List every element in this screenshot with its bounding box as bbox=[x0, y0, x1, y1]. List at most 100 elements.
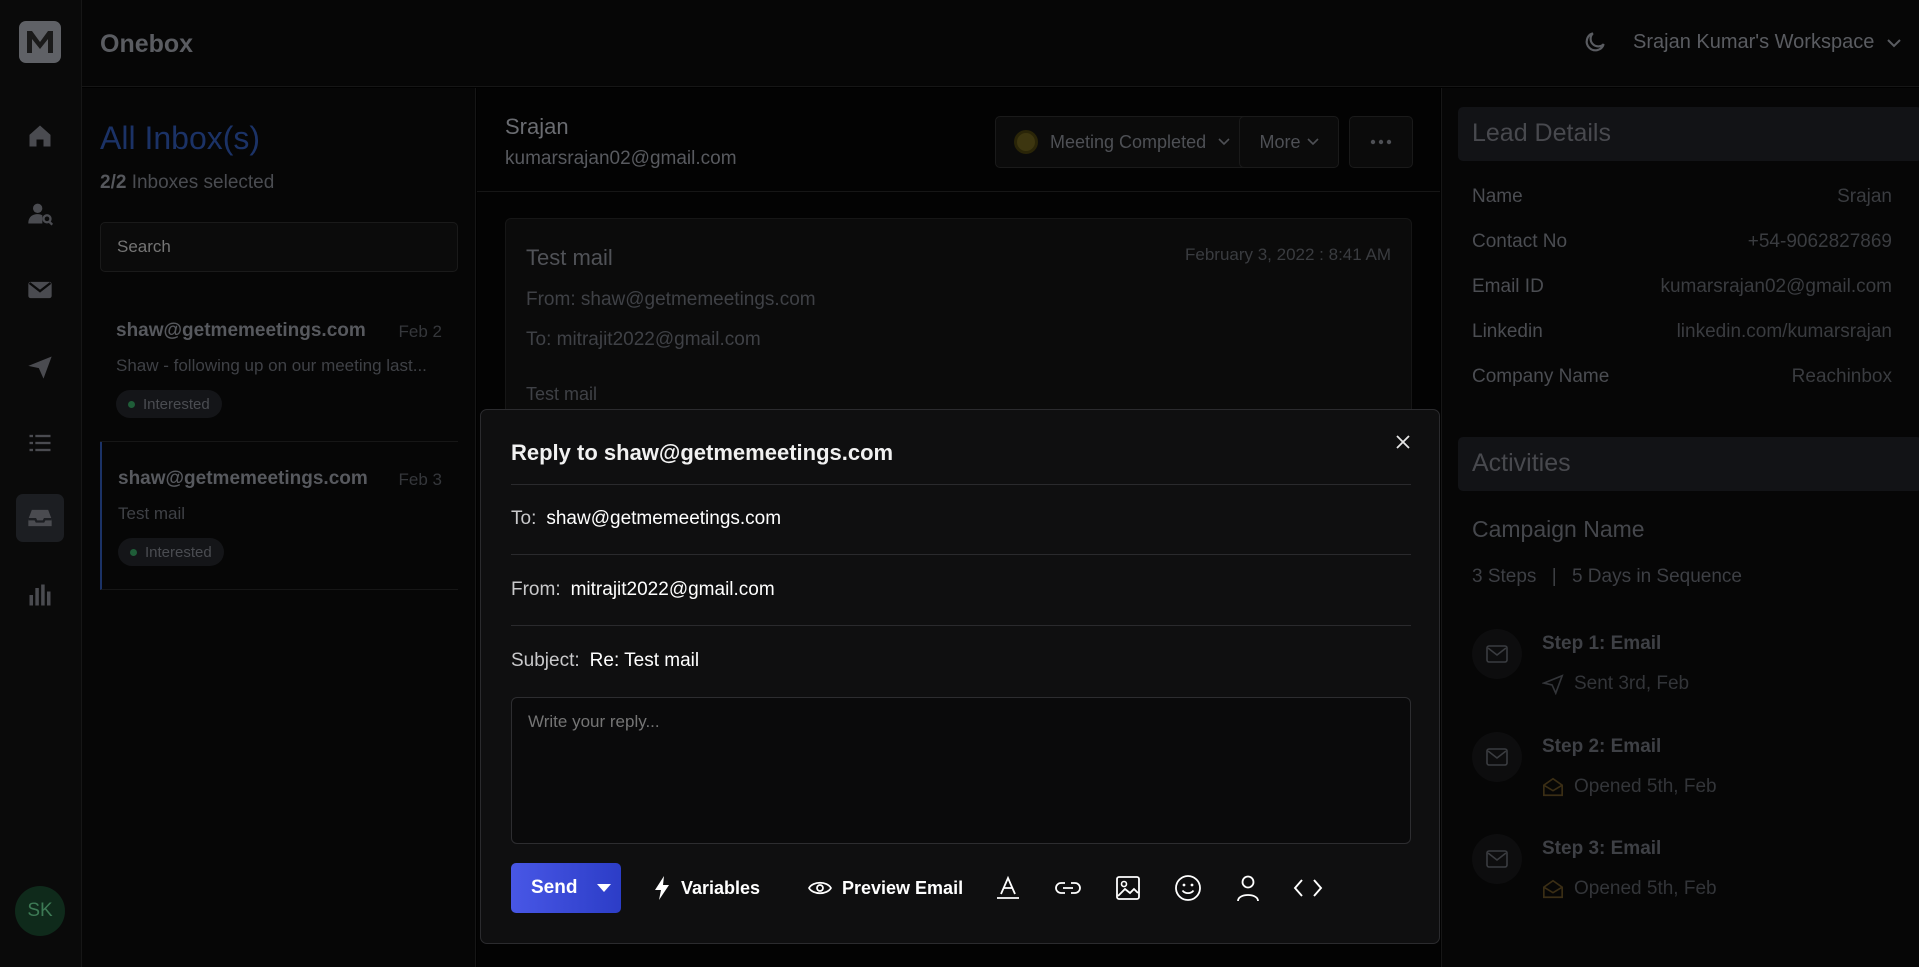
close-icon[interactable] bbox=[1389, 428, 1417, 456]
chevron-down-icon bbox=[1218, 138, 1230, 146]
thread-header: Srajan kumarsrajan02@gmail.com Meeting C… bbox=[477, 88, 1440, 192]
activity-step: Step 3: Email Opened 5th, Feb bbox=[1472, 834, 1892, 924]
from-field[interactable]: From: mitrajit2022@gmail.com bbox=[511, 579, 775, 601]
thread-snippet: Test mail bbox=[118, 504, 186, 523]
envelope-open-icon bbox=[1543, 777, 1563, 797]
variables-label: Variables bbox=[681, 877, 761, 898]
step-status: Opened 5th, Feb bbox=[1542, 776, 1717, 798]
more-options-button[interactable] bbox=[1349, 116, 1413, 168]
step-title: Step 3: Email bbox=[1542, 838, 1662, 859]
lead-details-header: Lead Details bbox=[1458, 107, 1919, 161]
inbox-count-label: Inboxes selected bbox=[131, 172, 275, 193]
status-badge: Interested bbox=[116, 390, 222, 418]
inbox-icon[interactable] bbox=[16, 494, 64, 542]
to-field[interactable]: To: shaw@getmemeetings.com bbox=[511, 508, 781, 530]
status-label: Meeting Completed bbox=[1050, 131, 1207, 152]
thread-sender: shaw@getmemeetings.com bbox=[116, 320, 366, 341]
divider bbox=[511, 625, 1411, 626]
lead-key: Email ID bbox=[1472, 276, 1544, 297]
lead-value[interactable]: linkedin.com/kumarsrajan bbox=[1677, 321, 1892, 343]
bar-chart-icon[interactable] bbox=[21, 576, 59, 614]
preview-label: Preview Email bbox=[842, 877, 964, 898]
inbox-count-value: 2/2 bbox=[100, 172, 127, 193]
to-value: shaw@getmemeetings.com bbox=[546, 508, 782, 529]
preview-email-button[interactable]: Preview Email bbox=[808, 863, 963, 913]
email-subject: Test mail bbox=[526, 245, 613, 270]
user-icon[interactable] bbox=[1233, 873, 1263, 903]
link-icon[interactable] bbox=[1053, 873, 1083, 903]
envelope-open-icon bbox=[1543, 879, 1563, 899]
mail-icon bbox=[1472, 834, 1522, 884]
send-button[interactable]: Send bbox=[511, 863, 621, 913]
contact-name: Srajan bbox=[505, 114, 569, 139]
lead-row-name: Name Srajan bbox=[1472, 186, 1892, 208]
image-icon[interactable] bbox=[1113, 873, 1143, 903]
text-format-icon[interactable] bbox=[993, 873, 1023, 903]
eye-icon bbox=[808, 881, 832, 895]
chevron-down-icon bbox=[1306, 138, 1319, 146]
lead-key: Company Name bbox=[1472, 366, 1610, 387]
emoji-icon[interactable] bbox=[1173, 873, 1203, 903]
step-status-label: Sent 3rd, Feb bbox=[1574, 673, 1690, 694]
reply-modal: Reply to shaw@getmemeetings.com To: shaw… bbox=[480, 409, 1440, 944]
campaign-name: Campaign Name bbox=[1472, 516, 1645, 542]
workspace-selector[interactable]: Srajan Kumar's Workspace bbox=[1633, 31, 1902, 54]
left-rail: SK bbox=[0, 0, 82, 967]
variables-button[interactable]: Variables bbox=[653, 863, 760, 913]
thread-snippet: Shaw - following up on our meeting last.… bbox=[116, 356, 427, 375]
to-label: To: bbox=[511, 508, 537, 529]
theme-toggle-moon-icon[interactable] bbox=[1582, 29, 1608, 55]
more-dropdown[interactable]: More bbox=[1239, 116, 1339, 168]
lightning-icon bbox=[655, 876, 669, 900]
thread-item[interactable]: shaw@getmemeetings.com Feb 2 Shaw - foll… bbox=[100, 294, 458, 442]
badge-label: Interested bbox=[145, 543, 212, 561]
ellipsis-icon bbox=[1370, 139, 1392, 145]
send-icon bbox=[1542, 674, 1564, 695]
lead-value: Srajan bbox=[1837, 186, 1892, 207]
lead-key: Contact No bbox=[1472, 231, 1568, 252]
lead-value: kumarsrajan02@gmail.com bbox=[1660, 276, 1892, 297]
more-label: More bbox=[1259, 131, 1301, 152]
activity-step: Step 2: Email Opened 5th, Feb bbox=[1472, 732, 1892, 822]
steps-count: 3 Steps bbox=[1472, 566, 1537, 587]
search-input[interactable] bbox=[100, 222, 458, 272]
subject-field[interactable]: Subject: Re: Test mail bbox=[511, 650, 699, 672]
chevron-down-icon bbox=[1887, 38, 1902, 47]
status-badge: Interested bbox=[118, 538, 224, 566]
reply-textarea[interactable] bbox=[511, 697, 1411, 844]
campaign-info: 3 Steps | 5 Days in Sequence bbox=[1472, 566, 1742, 588]
activities-header: Activities bbox=[1458, 437, 1919, 491]
mail-icon[interactable] bbox=[21, 271, 59, 309]
step-title: Step 2: Email bbox=[1542, 736, 1662, 757]
send-label: Send bbox=[531, 877, 578, 898]
step-status-label: Opened 5th, Feb bbox=[1574, 878, 1717, 899]
thread-item-selected[interactable]: shaw@getmemeetings.com Feb 3 Test mail I… bbox=[100, 442, 458, 590]
step-status: Sent 3rd, Feb bbox=[1542, 673, 1689, 695]
mail-icon bbox=[1472, 732, 1522, 782]
home-icon[interactable] bbox=[21, 117, 59, 155]
avatar[interactable]: SK bbox=[15, 886, 65, 936]
lead-key: Name bbox=[1472, 186, 1523, 207]
modal-title: Reply to shaw@getmemeetings.com bbox=[511, 440, 894, 465]
app-title: Onebox bbox=[100, 30, 194, 58]
thread-date: Feb 3 bbox=[398, 470, 442, 489]
inbox-list-panel: All Inbox(s) 2/2 Inboxes selected shaw@g… bbox=[82, 88, 476, 967]
email-from: From: shaw@getmemeetings.com bbox=[526, 289, 816, 310]
subject-value: Re: Test mail bbox=[589, 650, 700, 671]
divider bbox=[511, 484, 1411, 485]
badge-label: Interested bbox=[143, 395, 210, 413]
step-status: Opened 5th, Feb bbox=[1542, 878, 1717, 900]
user-search-icon[interactable] bbox=[21, 194, 59, 232]
code-icon[interactable] bbox=[1293, 873, 1323, 903]
send-icon[interactable] bbox=[21, 348, 59, 386]
status-dot bbox=[130, 548, 137, 556]
thread-date: Feb 2 bbox=[398, 322, 442, 341]
status-dropdown[interactable]: Meeting Completed bbox=[995, 116, 1250, 168]
caret-down-icon[interactable] bbox=[597, 884, 612, 892]
lead-panel: Lead Details Name Srajan Contact No +54-… bbox=[1441, 88, 1919, 967]
lead-value: +54-9062827869 bbox=[1747, 231, 1892, 252]
list-icon[interactable] bbox=[21, 424, 59, 462]
lead-key: Linkedin bbox=[1472, 321, 1543, 342]
app-logo[interactable] bbox=[19, 21, 61, 63]
top-bar: Onebox Srajan Kumar's Workspace bbox=[82, 0, 1919, 87]
